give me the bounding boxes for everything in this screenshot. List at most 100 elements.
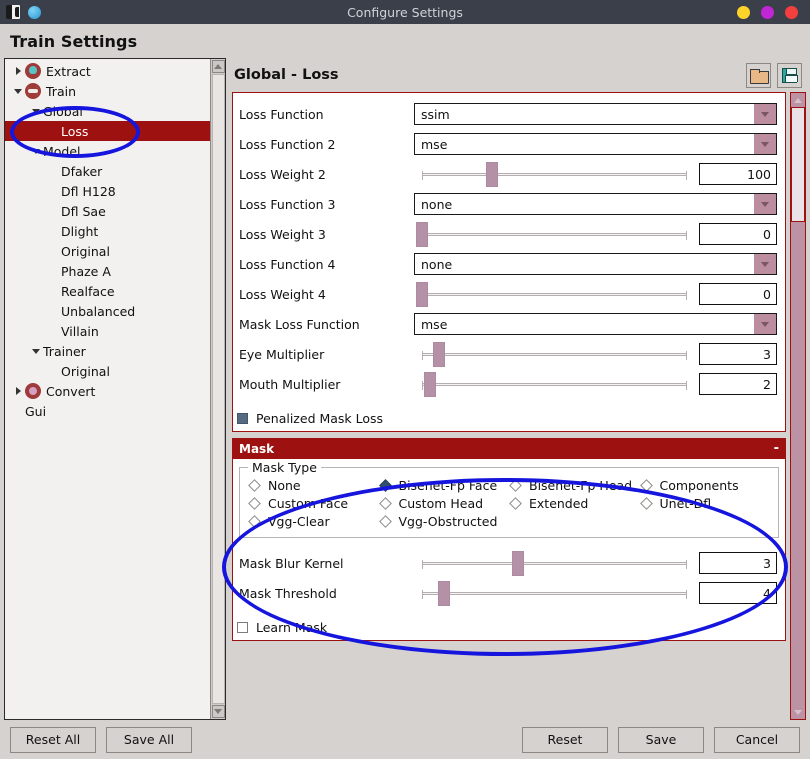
reset-all-button[interactable]: Reset All: [10, 726, 96, 753]
save-settings-button[interactable]: [777, 62, 802, 88]
value-input-eye-multiplier[interactable]: 3: [699, 343, 777, 365]
sidebar-item-loss[interactable]: Loss: [5, 121, 210, 141]
slider-track[interactable]: [422, 291, 687, 300]
slider-loss-weight-3[interactable]: [414, 219, 695, 249]
minimize-button[interactable]: [737, 5, 750, 19]
radio-unet-dfl[interactable]: Unet-Dfl: [639, 496, 771, 511]
radio-diamond-icon[interactable]: [509, 479, 522, 492]
sidebar-item-dfl-h128[interactable]: Dfl H128: [5, 181, 210, 201]
slider-loss-weight-4[interactable]: [414, 279, 695, 309]
slider-track[interactable]: [422, 171, 687, 180]
radio-none[interactable]: None: [248, 478, 379, 493]
tree-scrollbar-track[interactable]: [211, 74, 225, 704]
content-scroll-up-icon[interactable]: [791, 93, 805, 107]
sidebar-item-model[interactable]: Model: [5, 141, 210, 161]
twisty-open-icon[interactable]: [29, 109, 43, 114]
penalized-mask-loss-row[interactable]: Penalized Mask Loss: [233, 405, 785, 431]
sidebar-item-villain[interactable]: Villain: [5, 321, 210, 341]
value-input-loss-weight-4[interactable]: 0: [699, 283, 777, 305]
content-scrollbar[interactable]: [790, 92, 806, 720]
content-scroll-down-icon[interactable]: [791, 705, 805, 719]
slider-thumb[interactable]: [486, 162, 499, 187]
cancel-button[interactable]: Cancel: [714, 726, 800, 753]
radio-diamond-icon[interactable]: [248, 515, 261, 528]
radio-bisenet-fp-head[interactable]: Bisenet-Fp Head: [509, 478, 640, 493]
settings-tree[interactable]: Extract Train Global Loss Model Dfaker Dfl H12…: [5, 59, 210, 719]
combobox-loss-function-3[interactable]: none: [414, 193, 777, 215]
value-input-loss-weight-3[interactable]: 0: [699, 223, 777, 245]
radio-diamond-icon[interactable]: [248, 479, 261, 492]
chevron-down-icon[interactable]: [754, 254, 776, 274]
sidebar-item-convert[interactable]: Convert: [5, 381, 210, 401]
radio-custom-face[interactable]: Custom Face: [248, 496, 379, 511]
slider-track[interactable]: [422, 351, 687, 360]
maximize-button[interactable]: [761, 5, 774, 19]
slider-mask-threshold[interactable]: [414, 578, 695, 608]
radio-diamond-icon[interactable]: [248, 497, 261, 510]
save-all-button[interactable]: Save All: [106, 726, 192, 753]
sidebar-item-dfaker[interactable]: Dfaker: [5, 161, 210, 181]
twisty-closed-icon[interactable]: [11, 387, 25, 395]
twisty-open-icon[interactable]: [29, 349, 43, 354]
sidebar-item-unbalanced[interactable]: Unbalanced: [5, 301, 210, 321]
radio-diamond-icon[interactable]: [378, 479, 392, 492]
slider-thumb[interactable]: [416, 282, 428, 307]
tree-scroll-up-icon[interactable]: [211, 60, 225, 73]
value-input-mouth-multiplier[interactable]: 2: [699, 373, 777, 395]
sidebar-item-train[interactable]: Train: [5, 81, 210, 101]
slider-thumb[interactable]: [416, 222, 428, 247]
mask-type-options[interactable]: None Bisenet-Fp Face Bisenet-Fp Head Compon…: [248, 478, 770, 529]
sidebar-item-realface[interactable]: Realface: [5, 281, 210, 301]
reset-button[interactable]: Reset: [522, 726, 608, 753]
sidebar-item-dlight[interactable]: Dlight: [5, 221, 210, 241]
slider-loss-weight-2[interactable]: [414, 159, 695, 189]
sidebar-item-original[interactable]: Original: [5, 361, 210, 381]
combobox-mask-loss-function[interactable]: mse: [414, 313, 777, 335]
twisty-closed-icon[interactable]: [11, 67, 25, 75]
radio-vgg-obstructed[interactable]: Vgg-Obstructed: [378, 514, 510, 529]
radio-vgg-clear[interactable]: Vgg-Clear: [248, 514, 379, 529]
radio-diamond-icon[interactable]: [509, 497, 522, 510]
slider-thumb[interactable]: [424, 372, 437, 397]
learn-mask-row[interactable]: Learn Mask: [233, 614, 785, 640]
sidebar-item-dfl-sae[interactable]: Dfl Sae: [5, 201, 210, 221]
slider-mouth-multiplier[interactable]: [414, 369, 695, 399]
sidebar-item-original[interactable]: Original: [5, 241, 210, 261]
twisty-open-icon[interactable]: [29, 149, 43, 154]
sidebar-item-phaze-a[interactable]: Phaze A: [5, 261, 210, 281]
chevron-down-icon[interactable]: [754, 104, 776, 124]
combobox-loss-function[interactable]: ssim: [414, 103, 777, 125]
value-input-mask-threshold[interactable]: 4: [699, 582, 777, 604]
slider-thumb[interactable]: [438, 581, 451, 606]
tree-scrollbar[interactable]: [210, 59, 225, 719]
chevron-down-icon[interactable]: [754, 134, 776, 154]
radio-bisenet-fp-face[interactable]: Bisenet-Fp Face: [378, 478, 510, 493]
penalized-mask-loss-checkbox[interactable]: [237, 412, 248, 424]
content-scrollbar-thumb[interactable]: [791, 107, 805, 222]
sidebar-item-global[interactable]: Global: [5, 101, 210, 121]
sidebar-item-extract[interactable]: Extract: [5, 61, 210, 81]
slider-thumb[interactable]: [432, 342, 445, 367]
load-settings-button[interactable]: [746, 62, 771, 88]
chevron-down-icon[interactable]: [754, 194, 776, 214]
slider-track[interactable]: [422, 560, 687, 569]
radio-extended[interactable]: Extended: [509, 496, 640, 511]
value-input-loss-weight-2[interactable]: 100: [699, 163, 777, 185]
slider-eye-multiplier[interactable]: [414, 339, 695, 369]
twisty-open-icon[interactable]: [11, 89, 25, 94]
slider-mask-blur-kernel[interactable]: [414, 548, 695, 578]
chevron-down-icon[interactable]: [754, 314, 776, 334]
tree-scroll-down-icon[interactable]: [211, 705, 225, 718]
radio-custom-head[interactable]: Custom Head: [378, 496, 510, 511]
slider-track[interactable]: [422, 381, 687, 390]
slider-track[interactable]: [422, 590, 687, 599]
value-input-mask-blur-kernel[interactable]: 3: [699, 552, 777, 574]
slider-thumb[interactable]: [511, 551, 524, 576]
radio-diamond-icon[interactable]: [378, 515, 392, 528]
save-button[interactable]: Save: [618, 726, 704, 753]
learn-mask-checkbox[interactable]: [237, 621, 248, 633]
slider-track[interactable]: [422, 231, 687, 240]
close-button[interactable]: [785, 5, 798, 19]
sidebar-item-trainer[interactable]: Trainer: [5, 341, 210, 361]
radio-diamond-icon[interactable]: [639, 497, 653, 510]
